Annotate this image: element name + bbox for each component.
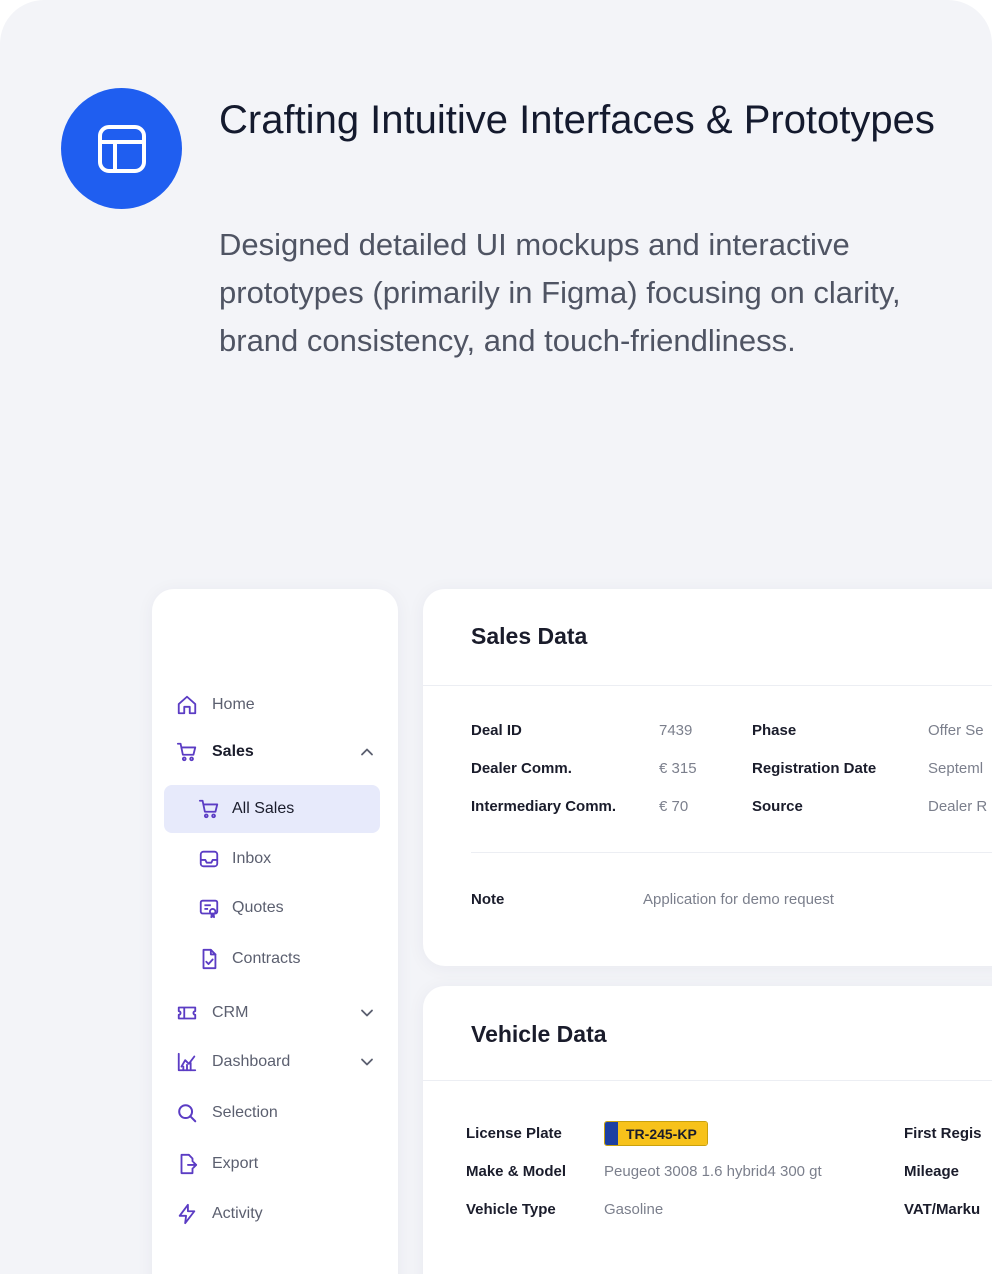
field-label: Vehicle Type [466, 1201, 556, 1218]
field-label: Mileage [904, 1163, 960, 1180]
feature-description: Designed detailed UI mockups and interac… [219, 227, 901, 358]
sidebar-subitem-label: Contracts [232, 950, 301, 967]
sidebar-item-label: Export [212, 1155, 259, 1172]
field-label: License Plate [466, 1125, 562, 1142]
field-label: Phase [752, 722, 797, 739]
sidebar-item-label: Activity [212, 1205, 263, 1222]
panel-divider [423, 685, 992, 686]
eu-flag-strip [605, 1122, 618, 1145]
sidebar-item-dashboard[interactable]: Dashboard [176, 1044, 376, 1080]
sidebar-subitem-quotes[interactable]: Quotes [164, 884, 380, 932]
sidebar-item-activity[interactable]: Activity [176, 1196, 376, 1232]
vehicle-type-value: Gasoline [604, 1201, 664, 1218]
field-label: Deal ID [471, 722, 522, 739]
chevron-down-icon[interactable] [358, 1004, 376, 1022]
panel-title: Sales Data [471, 623, 588, 649]
intermediary-value: € 70 [659, 798, 689, 815]
sidebar-item-label: Home [212, 696, 255, 713]
note-value: Application for demo request [643, 891, 834, 908]
field-label: VAT/Marku [904, 1201, 981, 1218]
search-icon [176, 1102, 198, 1124]
sales-data-panel: Sales Data Deal ID 7439 Phase Offer Se D… [423, 589, 992, 966]
sidebar-item-sales[interactable]: Sales [176, 734, 376, 770]
sidebar-subitem-inbox[interactable]: Inbox [164, 835, 380, 883]
contract-icon [198, 948, 220, 970]
sidebar: Home Sales All Sales Inbox Quotes Contra… [152, 589, 398, 1274]
panel-title: Vehicle Data [471, 1021, 607, 1047]
license-plate-number: TR-245-KP [618, 1122, 707, 1145]
field-label: Make & Model [466, 1163, 567, 1180]
layout-icon [97, 124, 146, 173]
ticket-icon [176, 1002, 198, 1024]
inbox-icon [198, 848, 220, 870]
field-label: Intermediary Comm. [471, 798, 617, 815]
feature-badge [61, 88, 182, 209]
sidebar-subitem-contracts[interactable]: Contracts [164, 935, 380, 983]
sidebar-subitem-label: All Sales [232, 800, 295, 817]
export-icon [176, 1153, 198, 1175]
cart-icon [198, 798, 220, 820]
field-label: First Regis [904, 1125, 982, 1142]
quote-icon [198, 897, 220, 919]
phase-value: Offer Se [928, 722, 984, 739]
sidebar-item-label: CRM [212, 1004, 249, 1021]
sidebar-item-label: Dashboard [212, 1053, 291, 1070]
sidebar-item-home[interactable]: Home [176, 687, 376, 723]
chevron-down-icon[interactable] [358, 1053, 376, 1071]
deal-id-value: 7439 [659, 722, 693, 739]
sidebar-item-label: Selection [212, 1104, 278, 1121]
chevron-up-icon[interactable] [358, 743, 376, 761]
sidebar-subitem-label: Inbox [232, 850, 272, 867]
sidebar-item-label: Sales [212, 743, 254, 760]
sidebar-item-crm[interactable]: CRM [176, 995, 376, 1031]
sidebar-item-selection[interactable]: Selection [176, 1095, 376, 1131]
dealer-comm-value: € 315 [659, 760, 697, 777]
license-plate: TR-245-KP [604, 1121, 708, 1146]
feature-card: Crafting Intuitive Interfaces & Prototyp… [0, 0, 992, 1274]
panel-divider [423, 1080, 992, 1081]
chart-icon [176, 1051, 198, 1073]
field-label: Note [471, 891, 505, 908]
sidebar-item-export[interactable]: Export [176, 1146, 376, 1182]
field-label: Registration Date [752, 760, 877, 777]
make-model-value: Peugeot 3008 1.6 hybrid4 300 gt [604, 1163, 822, 1180]
sidebar-subitem-label: Quotes [232, 899, 284, 916]
bolt-icon [176, 1203, 198, 1225]
source-value: Dealer R [928, 798, 988, 815]
field-label: Dealer Comm. [471, 760, 572, 777]
home-icon [176, 694, 198, 716]
registration-value: Septeml [928, 760, 984, 777]
field-label: Source [752, 798, 803, 815]
section-divider [471, 852, 992, 853]
cart-icon [176, 741, 198, 763]
sidebar-subitem-all-sales[interactable]: All Sales [164, 785, 380, 833]
feature-title: Crafting Intuitive Interfaces & Prototyp… [219, 98, 935, 142]
